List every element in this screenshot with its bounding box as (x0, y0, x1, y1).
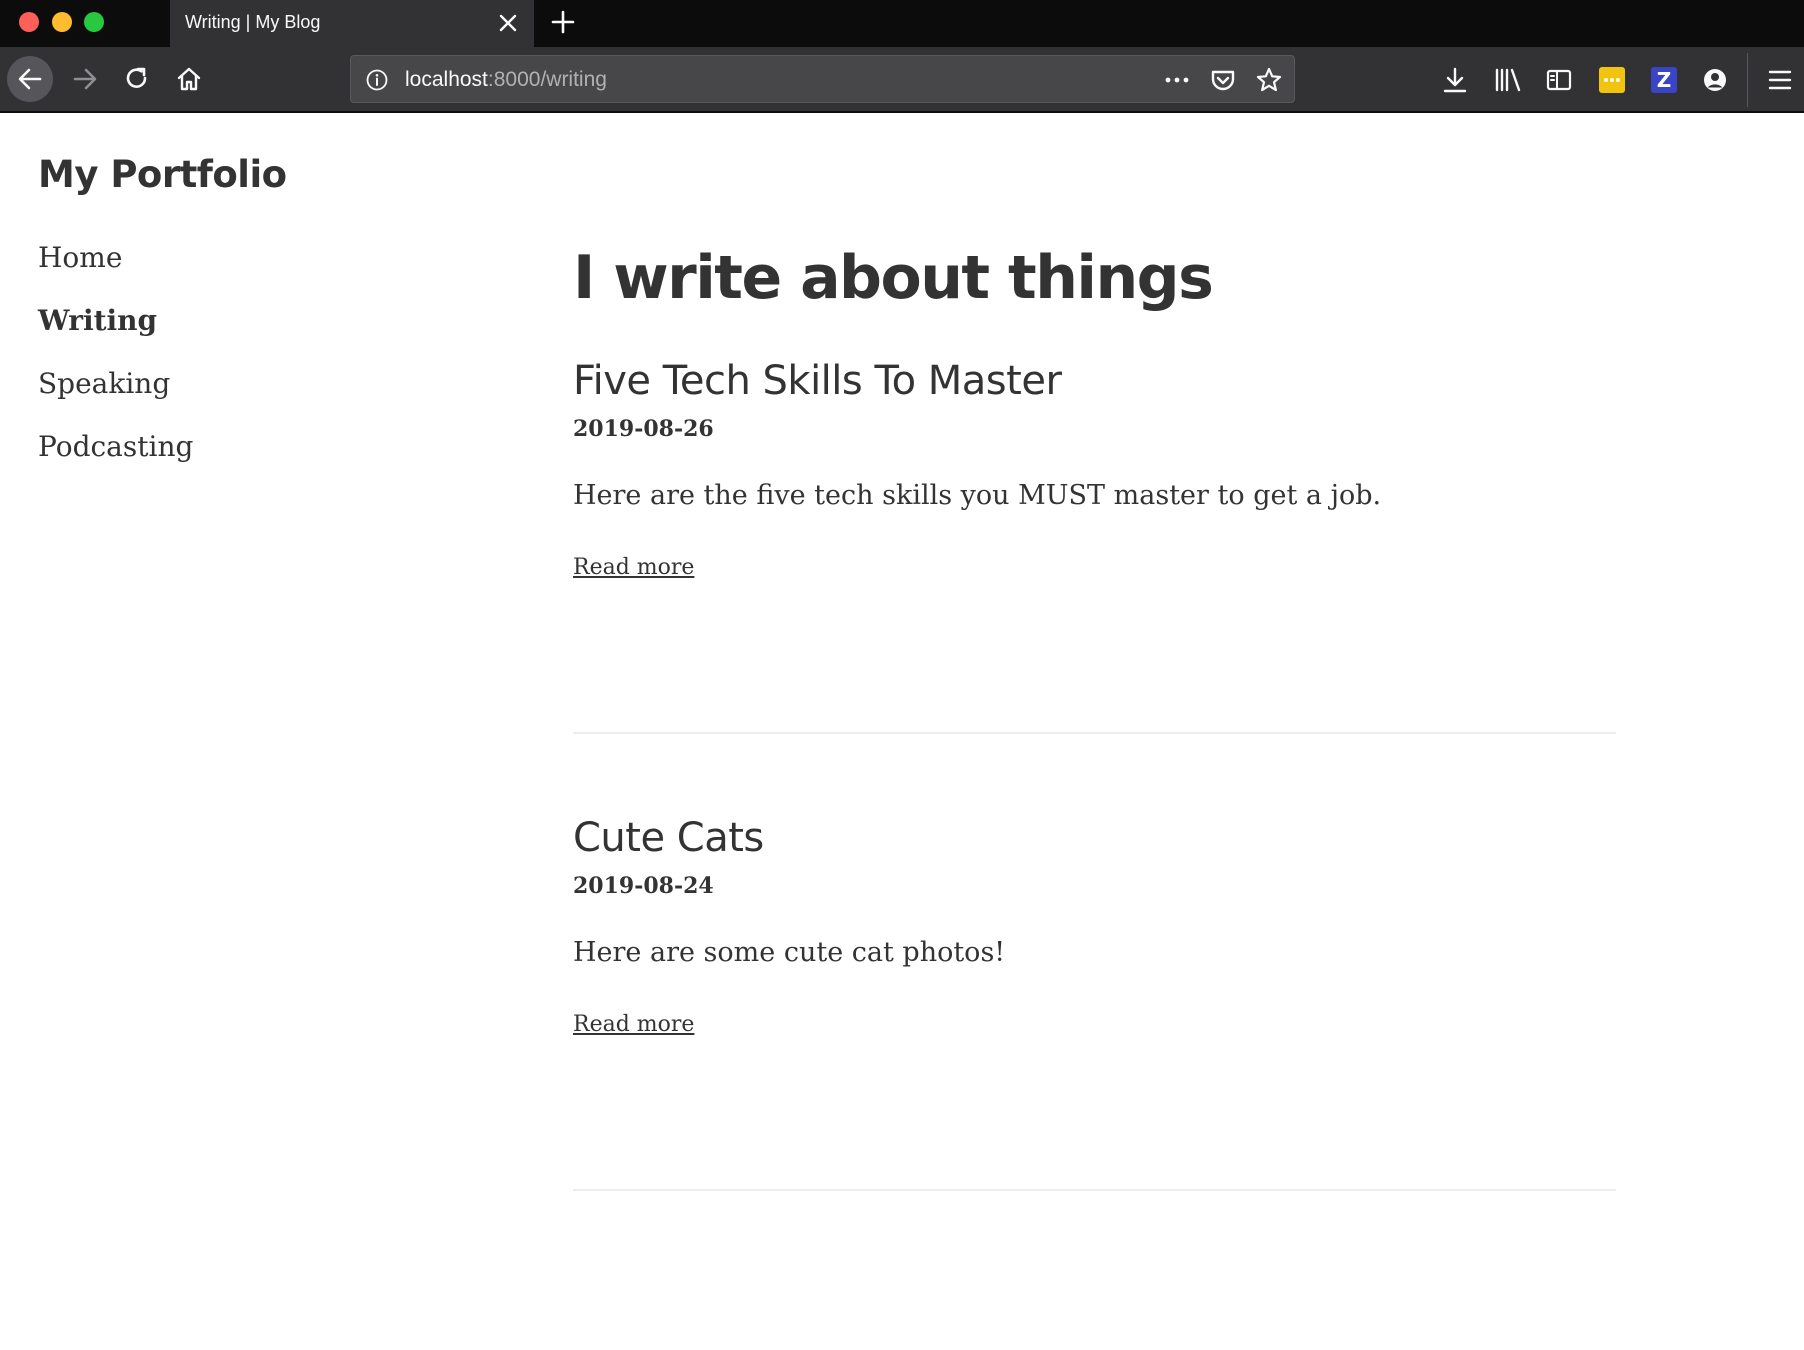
sidebar-item-speaking[interactable]: Speaking (38, 367, 193, 430)
zotero-icon[interactable]: Z (1649, 65, 1679, 95)
tab-bar: Writing | My Blog (0, 0, 1804, 47)
forward-arrow-icon[interactable] (62, 56, 108, 102)
url-text[interactable]: localhost:8000/writing (405, 68, 607, 92)
more-actions-icon[interactable] (1163, 66, 1191, 94)
post-title: Five Tech Skills To Master (573, 358, 1062, 404)
post-summary: Here are some cute cat photos! (573, 937, 1006, 968)
post-date: 2019-08-24 (573, 873, 714, 899)
post-summary: Here are the five tech skills you MUST m… (573, 480, 1382, 511)
page-title: I write about things (573, 243, 1214, 313)
site-title[interactable]: My Portfolio (38, 153, 287, 196)
read-more-link[interactable]: Read more (573, 555, 694, 580)
read-more-link[interactable]: Read more (573, 1012, 694, 1037)
sidebar-nav: Home Writing Speaking Podcasting (38, 241, 193, 493)
url-host: localhost (405, 68, 488, 91)
library-icon[interactable] (1493, 65, 1523, 95)
browser-tab[interactable]: Writing | My Blog (170, 0, 534, 47)
post-divider (573, 732, 1616, 734)
download-icon[interactable] (1440, 65, 1470, 95)
post-divider (573, 1189, 1616, 1191)
url-bar[interactable]: localhost:8000/writing (350, 55, 1295, 103)
window-maximize-button[interactable] (84, 12, 104, 32)
post-item: Cute Cats 2019-08-24 Here are some cute … (573, 815, 1616, 1037)
info-icon[interactable] (365, 68, 389, 92)
bookmark-star-icon[interactable] (1255, 66, 1283, 94)
post-title: Cute Cats (573, 815, 764, 861)
sidebar-icon[interactable] (1544, 65, 1574, 95)
post-date: 2019-08-26 (573, 416, 714, 442)
navigation-toolbar: localhost:8000/writing Z (0, 47, 1804, 113)
home-icon[interactable] (166, 56, 212, 102)
hamburger-menu-icon[interactable] (1765, 65, 1795, 95)
sidebar-item-writing[interactable]: Writing (38, 304, 193, 367)
reload-icon[interactable] (114, 56, 160, 102)
tab-title: Writing | My Blog (185, 12, 321, 32)
zotero-icon-box: Z (1651, 67, 1677, 93)
url-path: :8000/writing (487, 68, 607, 91)
toolbar-divider (1747, 53, 1748, 107)
extension-icon[interactable] (1597, 65, 1627, 95)
close-icon[interactable] (496, 11, 520, 35)
window-close-button[interactable] (19, 12, 39, 32)
sidebar-item-home[interactable]: Home (38, 241, 193, 304)
window-minimize-button[interactable] (52, 12, 72, 32)
extension-icon-box (1599, 67, 1625, 93)
post-item: Five Tech Skills To Master 2019-08-26 He… (573, 358, 1616, 580)
back-arrow-icon[interactable] (7, 56, 53, 102)
pocket-icon[interactable] (1209, 66, 1237, 94)
new-tab-plus-icon[interactable] (548, 7, 578, 37)
web-page: My Portfolio Home Writing Speaking Podca… (0, 113, 1804, 1350)
account-icon[interactable] (1700, 65, 1730, 95)
sidebar-item-podcasting[interactable]: Podcasting (38, 430, 193, 493)
